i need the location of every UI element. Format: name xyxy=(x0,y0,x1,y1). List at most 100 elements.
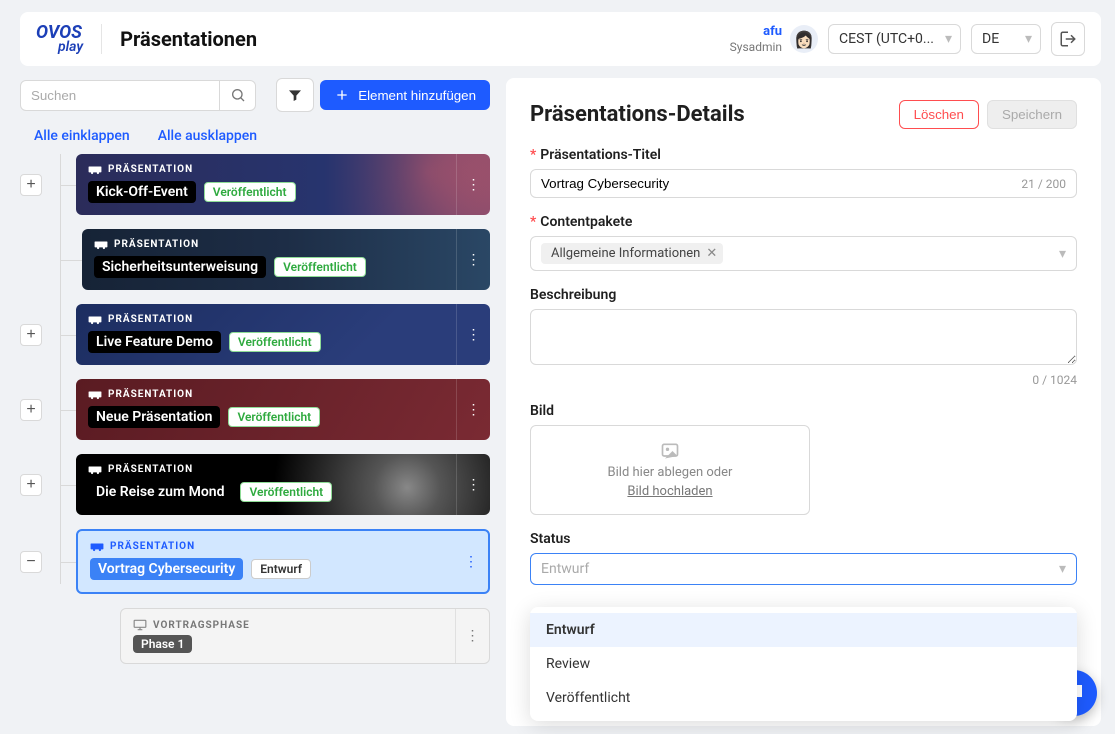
timezone-select[interactable]: CEST (UTC+0... ▾ xyxy=(828,24,961,54)
card-type-label: PRÄSENTATION xyxy=(108,314,193,325)
exit-button[interactable] xyxy=(1051,22,1085,56)
image-upload-link[interactable]: Bild hochladen xyxy=(627,484,712,499)
card-type-row: PRÄSENTATION xyxy=(88,314,478,325)
add-element-label: Element hinzufügen xyxy=(358,88,476,103)
card-type-row: PRÄSENTATION xyxy=(88,389,478,400)
panel-title: Präsentations-Details xyxy=(530,102,745,127)
presentation-icon xyxy=(88,165,102,175)
chevron-down-icon: ▾ xyxy=(1059,561,1066,577)
search-input[interactable] xyxy=(20,80,220,111)
close-icon[interactable]: ✕ xyxy=(706,246,717,261)
card-title: Die Reise zum Mond xyxy=(88,481,232,503)
card-menu-button[interactable]: ⋮ xyxy=(456,304,490,365)
card-title: Live Feature Demo xyxy=(88,331,221,353)
tree-row: + PRÄSENTATION Neue Präsentation Veröffe… xyxy=(20,379,490,440)
filter-button[interactable] xyxy=(276,78,314,112)
card-type-label: PRÄSENTATION xyxy=(108,164,193,175)
card-type-row: PRÄSENTATION xyxy=(94,239,478,250)
description-textarea[interactable] xyxy=(530,309,1077,365)
search-wrapper xyxy=(20,80,270,111)
packages-select[interactable]: Allgemeine Informationen ✕ ▾ xyxy=(530,236,1077,271)
card-title: Kick-Off-Event xyxy=(88,181,196,203)
monitor-icon xyxy=(133,619,147,631)
collapse-all-link[interactable]: Alle einklappen xyxy=(34,128,130,144)
phase-title: Phase 1 xyxy=(133,635,192,653)
field-label: Status xyxy=(530,531,1077,547)
expand-toggle[interactable]: + xyxy=(20,174,42,196)
presentation-icon xyxy=(90,542,104,552)
title-input-row: 21 / 200 xyxy=(530,169,1077,198)
panel-header: Präsentations-Details Löschen Speichern xyxy=(530,100,1077,129)
field-group-title: *Präsentations-Titel 21 / 200 xyxy=(530,147,1077,198)
expand-toggle[interactable]: + xyxy=(20,324,42,346)
card-menu-button[interactable]: ⋮ xyxy=(456,379,490,440)
field-group-image: Bild Bild hier ablegen oder Bild hochlad… xyxy=(530,403,1077,515)
field-label: Beschreibung xyxy=(530,287,1077,303)
expand-toggle[interactable]: + xyxy=(20,474,42,496)
status-badge: Veröffentlicht xyxy=(228,407,320,427)
status-select[interactable]: Entwurf ▾ xyxy=(530,553,1077,585)
language-select[interactable]: DE ▾ xyxy=(971,24,1041,54)
presentation-card[interactable]: PRÄSENTATION Sicherheitsunterweisung Ver… xyxy=(82,229,490,290)
collapse-controls: Alle einklappen Alle ausklappen xyxy=(34,128,490,144)
tree-row: − PRÄSENTATION Vortrag Cybersecurity Ent… xyxy=(20,529,490,594)
search-button[interactable] xyxy=(220,80,256,111)
chevron-down-icon: ▾ xyxy=(1025,31,1032,47)
delete-button[interactable]: Löschen xyxy=(899,100,979,129)
package-tag: Allgemeine Informationen ✕ xyxy=(541,243,723,264)
presentation-card[interactable]: PRÄSENTATION Neue Präsentation Veröffent… xyxy=(76,379,490,440)
status-badge: Entwurf xyxy=(251,559,311,579)
tree-row: + PRÄSENTATION Die Reise zum Mond Veröff… xyxy=(20,454,490,515)
card-title-row: Neue Präsentation Veröffentlicht xyxy=(88,406,478,428)
field-group-status: Status Entwurf ▾ xyxy=(530,531,1077,585)
card-menu-button[interactable]: ⋮ xyxy=(454,531,488,592)
status-option[interactable]: Review xyxy=(530,647,1077,681)
card-title: Vortrag Cybersecurity xyxy=(90,558,243,580)
avatar: 👩🏻 xyxy=(790,25,818,53)
timezone-value: CEST (UTC+0... xyxy=(839,31,934,47)
expand-toggle[interactable]: + xyxy=(20,399,42,421)
description-charcount: 0 / 1024 xyxy=(530,373,1077,387)
tree-panel: Element hinzufügen Alle einklappen Alle … xyxy=(20,78,490,726)
user-block[interactable]: afu Sysadmin 👩🏻 xyxy=(730,24,818,55)
presentation-card[interactable]: PRÄSENTATION Live Feature Demo Veröffent… xyxy=(76,304,490,365)
status-option[interactable]: Veröffentlicht xyxy=(530,681,1077,715)
phase-row: VORTRAGSPHASE Phase 1 ⋮ xyxy=(120,608,490,664)
chevron-down-icon: ▾ xyxy=(1059,246,1066,262)
add-element-button[interactable]: Element hinzufügen xyxy=(320,80,490,110)
card-menu-button[interactable]: ⋮ xyxy=(455,609,489,663)
phase-card[interactable]: VORTRAGSPHASE Phase 1 ⋮ xyxy=(120,608,490,664)
title-input[interactable] xyxy=(541,176,1021,191)
card-type-row: PRÄSENTATION xyxy=(90,541,476,552)
chevron-down-icon: ▾ xyxy=(945,31,952,47)
presentation-card[interactable]: PRÄSENTATION Kick-Off-Event Veröffentlic… xyxy=(76,154,490,215)
presentation-card-selected[interactable]: PRÄSENTATION Vortrag Cybersecurity Entwu… xyxy=(76,529,490,594)
card-menu-button[interactable]: ⋮ xyxy=(456,229,490,290)
field-group-description: Beschreibung 0 / 1024 xyxy=(530,287,1077,387)
main: Element hinzufügen Alle einklappen Alle … xyxy=(20,78,1101,726)
language-value: DE xyxy=(982,31,999,47)
card-type-label: PRÄSENTATION xyxy=(110,541,195,552)
field-group-packages: *Contentpakete Allgemeine Informationen … xyxy=(530,214,1077,271)
field-label: *Contentpakete xyxy=(530,214,1077,230)
card-title-row: Kick-Off-Event Veröffentlicht xyxy=(88,181,478,203)
page-title: Präsentationen xyxy=(120,27,257,51)
card-type-row: PRÄSENTATION xyxy=(88,164,478,175)
user-name: afu xyxy=(730,24,782,39)
card-menu-button[interactable]: ⋮ xyxy=(456,454,490,515)
image-uploader[interactable]: Bild hier ablegen oder Bild hochladen xyxy=(530,425,810,515)
tree-line xyxy=(60,154,61,584)
expand-toggle[interactable]: − xyxy=(20,551,42,573)
status-option[interactable]: Entwurf xyxy=(530,613,1077,647)
presentation-card[interactable]: PRÄSENTATION Die Reise zum Mond Veröffen… xyxy=(76,454,490,515)
details-panel: Präsentations-Details Löschen Speichern … xyxy=(506,78,1101,726)
expand-all-link[interactable]: Alle ausklappen xyxy=(158,128,257,144)
save-button[interactable]: Speichern xyxy=(987,100,1077,129)
phase-type-row: VORTRAGSPHASE xyxy=(133,619,477,631)
package-tag-label: Allgemeine Informationen xyxy=(551,246,700,261)
tree-tools: Element hinzufügen xyxy=(20,78,490,112)
field-label: Bild xyxy=(530,403,1077,419)
card-type-row: PRÄSENTATION xyxy=(88,464,478,475)
presentation-icon xyxy=(88,465,102,475)
card-menu-button[interactable]: ⋮ xyxy=(456,154,490,215)
